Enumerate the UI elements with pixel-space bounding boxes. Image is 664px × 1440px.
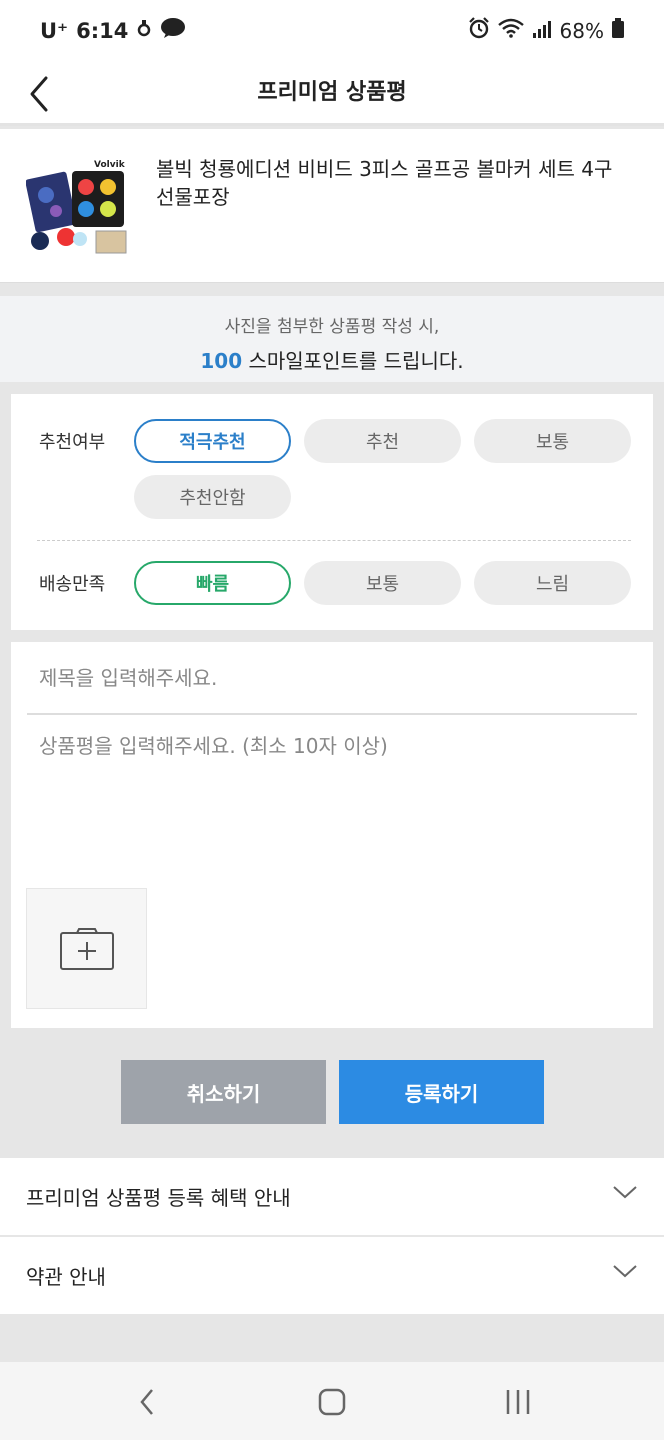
accordion-benefits[interactable]: 프리미엄 상품평 등록 혜택 안내 — [0, 1158, 664, 1235]
delivery-option-slow[interactable]: 느림 — [474, 561, 631, 605]
cancel-button[interactable]: 취소하기 — [121, 1060, 326, 1124]
product-info: Volvik 볼빅 청룡에디션 비비드 3피스 골프공 볼마커 세트 4구 선물… — [0, 129, 664, 283]
promo-text-line1: 사진을 첨부한 상품평 작성 시, — [224, 317, 440, 337]
app-header: 프리미엄 상품평 — [0, 62, 664, 126]
chevron-down-icon — [613, 1265, 637, 1278]
carrier-label: U⁺ — [40, 18, 69, 43]
status-bar: U⁺ 6:14 68% — [0, 0, 664, 62]
rating-card: 추천여부 적극추천 추천 보통 추천안함 배송만족 빠름 보통 느림 — [11, 394, 653, 630]
status-left: U⁺ 6:14 — [40, 17, 186, 44]
recommend-option-not[interactable]: 추천안함 — [134, 475, 291, 519]
promo-points: 100 — [200, 349, 243, 373]
promo-text-line2: 100 스마일포인트를 드립니다. — [0, 345, 664, 374]
delivery-label: 배송만족 — [39, 574, 106, 595]
recommend-option-strong[interactable]: 적극추천 — [134, 419, 291, 463]
review-body-input[interactable] — [27, 726, 637, 876]
system-nav-bar — [0, 1362, 664, 1440]
alarm-icon — [468, 17, 490, 44]
delivery-option-fast[interactable]: 빠름 — [134, 561, 291, 605]
nav-home-icon — [318, 1388, 346, 1416]
signal-icon — [532, 19, 552, 43]
nav-back-button[interactable] — [128, 1384, 168, 1420]
review-form — [11, 642, 653, 1028]
product-image: Volvik — [25, 153, 130, 257]
accordion-terms[interactable]: 약관 안내 — [0, 1237, 664, 1314]
battery-label: 68% — [559, 18, 604, 43]
battery-icon — [612, 18, 624, 43]
chevron-down-icon — [613, 1186, 637, 1199]
product-brand-logo: Volvik — [94, 160, 126, 170]
nav-recents-button[interactable] — [498, 1384, 538, 1420]
promo-text-rest: 스마일포인트를 드립니다. — [242, 349, 464, 373]
time-label: 6:14 — [76, 18, 129, 43]
recommend-option-neutral[interactable]: 보통 — [474, 419, 631, 463]
review-title-input[interactable] — [27, 642, 637, 715]
accordion-terms-label: 약관 안내 — [26, 1265, 106, 1289]
camera-plus-icon — [59, 927, 114, 970]
nav-recents-icon — [506, 1390, 530, 1414]
divider — [37, 540, 631, 541]
chat-icon — [160, 17, 186, 44]
product-name: 볼빅 청룡에디션 비비드 3피스 골프공 볼마커 세트 4구 선물포장 — [156, 157, 613, 209]
recommend-label: 추천여부 — [39, 432, 106, 453]
nav-back-icon — [140, 1389, 153, 1415]
page-title: 프리미엄 상품평 — [257, 80, 407, 105]
delivery-option-normal[interactable]: 보통 — [304, 561, 461, 605]
submit-button[interactable]: 등록하기 — [339, 1060, 544, 1124]
status-right: 68% — [468, 17, 624, 44]
notification-icon — [136, 18, 152, 43]
promo-banner: 사진을 첨부한 상품평 작성 시, 100 스마일포인트를 드립니다. — [0, 296, 664, 382]
recommend-option-recommend[interactable]: 추천 — [304, 419, 461, 463]
nav-home-button[interactable] — [312, 1384, 352, 1420]
wifi-icon — [497, 18, 524, 43]
add-photo-button[interactable] — [26, 888, 147, 1009]
accordion-benefits-label: 프리미엄 상품평 등록 혜택 안내 — [26, 1186, 291, 1210]
